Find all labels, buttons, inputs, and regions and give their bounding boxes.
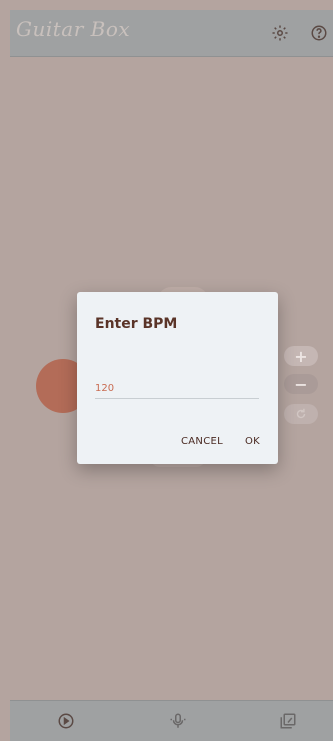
nav-play-button[interactable]	[56, 711, 76, 731]
music-library-icon	[280, 713, 296, 729]
bpm-dialog: Enter BPM CANCEL OK	[77, 292, 278, 464]
increase-bpm-button[interactable]: +	[284, 346, 318, 366]
nav-library-button[interactable]	[278, 711, 298, 731]
microphone-icon	[170, 713, 186, 728]
dialog-title: Enter BPM	[95, 316, 178, 332]
minus-icon: −	[294, 374, 308, 394]
bpm-input-container	[95, 376, 259, 399]
dialog-actions: CANCEL OK	[181, 436, 260, 447]
app-frame: Guitar Box + − Enter BPM 120 CANCEL OK	[10, 10, 333, 741]
cancel-button[interactable]: CANCEL	[181, 436, 223, 447]
nav-mic-button[interactable]	[168, 711, 188, 731]
plus-icon: +	[294, 346, 308, 366]
bpm-input[interactable]	[95, 383, 259, 394]
reset-icon	[296, 408, 306, 419]
play-circle-icon	[58, 713, 74, 729]
bottom-nav	[10, 700, 333, 741]
reset-bpm-button[interactable]	[284, 404, 318, 424]
decrease-bpm-button[interactable]: −	[284, 374, 318, 394]
ok-button[interactable]: OK	[245, 436, 260, 447]
